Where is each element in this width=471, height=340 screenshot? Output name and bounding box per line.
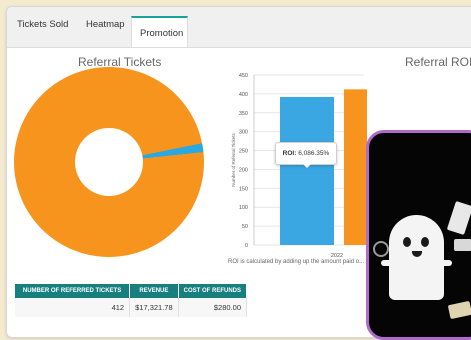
ticket-card-icon	[446, 200, 471, 236]
tooltip-label: ROI:	[282, 150, 297, 157]
y-tick-label: 400	[239, 92, 248, 98]
y-tick-label: 300	[239, 130, 248, 136]
tab-heatmap[interactable]: Heatmap	[86, 19, 125, 30]
table-header-row: NUMBER OF REFERRED TICKETS REVENUE COST …	[15, 284, 248, 298]
y-tick-label: 350	[239, 111, 248, 117]
header-referred-tickets: NUMBER OF REFERRED TICKETS	[15, 284, 131, 298]
y-tick-label: 200	[239, 167, 248, 173]
y-tick-label: 0	[245, 243, 248, 249]
y-tick-label: 450	[239, 73, 248, 79]
y-tick-label: 100	[239, 205, 248, 211]
header-cost-of-refunds: COST OF REFUNDS	[178, 284, 248, 298]
donut-hole	[75, 128, 143, 196]
roi-note: ROI is calculated by adding up the amoun…	[228, 259, 368, 265]
ticket-stub-icon	[454, 239, 471, 251]
table-row: 412 $17,321.78 $280.00	[15, 298, 248, 317]
cell-cost-of-refunds: $280.00	[178, 298, 248, 317]
referral-roi-title: Referral ROI	[405, 55, 471, 69]
coupon-icon	[447, 300, 471, 320]
tooltip-arrow	[302, 163, 312, 168]
y-axis-label: Number of Referral Tickets	[231, 132, 236, 186]
header-revenue: REVENUE	[129, 284, 179, 298]
y-tick-label: 50	[242, 224, 248, 230]
referral-tickets-donut-chart	[14, 67, 204, 257]
scissors-icon	[373, 241, 389, 257]
tooltip-value: 6,086.35%	[298, 150, 330, 157]
referral-summary-table: NUMBER OF REFERRED TICKETS REVENUE COST …	[15, 284, 248, 317]
roi-tooltip: ROI: 6,086.35%	[275, 142, 337, 165]
ghost-promo-phone-overlay	[366, 130, 471, 340]
tab-bar: Tickets Sold Heatmap Promotion	[7, 7, 471, 48]
y-tick-label: 150	[239, 186, 248, 192]
bar-series-1[interactable]	[344, 89, 367, 245]
y-tick-label: 250	[239, 149, 248, 155]
ghost-mascot-icon	[381, 215, 452, 300]
tab-promotion[interactable]: Promotion	[131, 16, 188, 47]
cell-referred-tickets: 412	[15, 298, 131, 317]
bar-series-0[interactable]	[280, 96, 334, 246]
tab-promotion-label: Promotion	[140, 28, 184, 39]
cell-revenue: $17,321.78	[129, 298, 179, 317]
tab-tickets-sold[interactable]: Tickets Sold	[17, 19, 68, 30]
